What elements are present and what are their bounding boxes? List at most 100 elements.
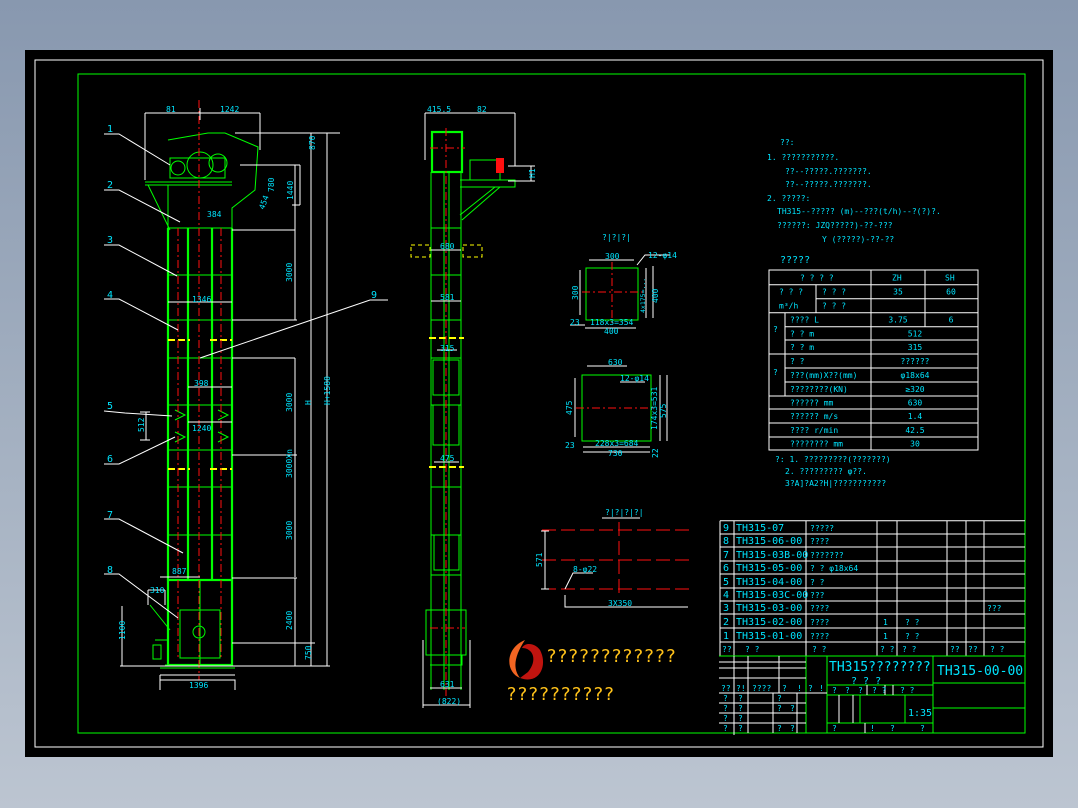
drawing-scale: 1:35: [908, 708, 932, 719]
part-qty: 1: [883, 618, 888, 627]
cad-drawing-viewport[interactable]: 81 1242 870 780 1440 454 384 3000 1346 3…: [25, 50, 1053, 757]
spec-row-label: ? ? ?: [822, 288, 846, 297]
logo-text-line2: ??????????: [506, 684, 614, 705]
part-leader-label: 8: [107, 565, 113, 576]
title-block: ?? ?! ???? ? ! ? ! ? ? ? ? ? ? ? ? ? ? ?…: [719, 655, 1025, 735]
part-code: TH315-03C-00: [736, 590, 808, 601]
part-number: 9: [723, 523, 729, 534]
part-number: 8: [723, 536, 729, 547]
part-code: TH315-07: [736, 523, 784, 534]
parts-list-row: 5 TH315-04-00 ? ?: [723, 577, 825, 588]
note-line: ??????: JZQ?????)-??-???: [777, 221, 893, 230]
parts-header-cell: ??: [968, 645, 978, 654]
part-leader-label: 1: [107, 124, 113, 135]
parts-list-row: 8 TH315-06-00????: [723, 536, 829, 547]
dim-label: 228x3=684: [595, 439, 639, 448]
note-line: ??--?????.???????.: [785, 180, 872, 189]
part-name: ????: [810, 604, 829, 613]
parts-list-row: 1 TH315-01-00???? 1 ? ?: [723, 631, 920, 642]
dim-label: (822): [437, 697, 461, 706]
part-leader-label: 6: [107, 454, 113, 465]
title-cell: !: [870, 724, 875, 733]
parts-list-header: ?? ? ? ? ? ? ? ? ????? ? ?: [722, 645, 1005, 654]
notes-heading: ??:: [780, 138, 794, 147]
dim-label: 12-φ14: [620, 374, 649, 383]
flame-logo-icon: [509, 640, 544, 680]
dim-label: 1242: [220, 105, 239, 114]
parts-list-row: 3 TH315-03-00???????: [723, 603, 1002, 614]
title-cell: ?: [738, 714, 743, 723]
drawing-subtitle: ? ? ?: [851, 676, 881, 687]
cad-drawing: 81 1242 870 780 1440 454 384 3000 1346 3…: [34, 59, 1044, 748]
dim-label: 454: [257, 194, 270, 211]
part-code: TH315-02-00: [736, 617, 802, 628]
drawing-title: TH315????????: [829, 660, 931, 675]
dim-label: 730: [608, 449, 623, 458]
spec-header: ZH: [892, 273, 902, 282]
part-leader-label: 3: [107, 235, 113, 246]
parts-list-row: 6 TH315-05-00 ? ? φ18x64: [723, 563, 858, 574]
note-line: ??--?????.???????.: [785, 167, 872, 176]
dim-label: 750: [304, 645, 313, 660]
dim-label: 475: [565, 400, 574, 415]
spec-row-value: ??????: [901, 357, 930, 366]
part-name: ????: [810, 618, 829, 627]
part-number: 7: [723, 550, 729, 561]
part-leader-label: 2: [107, 180, 113, 191]
part-name: ???????: [810, 551, 844, 560]
spec-group-label: ?: [773, 325, 778, 334]
dim-label: 384: [207, 210, 222, 219]
spec-footnote: 2. ????????? φ??.: [785, 467, 867, 476]
title-cell: ?: [790, 704, 795, 713]
parts-header-cell: ? ?: [812, 645, 827, 654]
spec-table: ? ? ? ? ZH SH ? ? ? m³/h?? ? ? ? 35 60 ? ? ?????…: [768, 269, 979, 488]
dim-label: 8-φ22: [573, 565, 597, 574]
dim-label: 3000: [285, 521, 294, 540]
dim-label: 630: [608, 358, 623, 367]
part-number: 2: [723, 617, 729, 628]
part-note: ???: [987, 604, 1002, 613]
parts-list-row: 9 TH315-07?????: [723, 523, 834, 534]
dim-label: 81: [166, 105, 176, 114]
dim-label: 1346: [192, 295, 211, 304]
part-code: TH315-03B-00: [736, 550, 808, 561]
part-leader-label: 7: [107, 510, 113, 521]
drawing-number: TH315-00-00: [937, 664, 1023, 679]
parts-header-cell: ? ?: [902, 645, 917, 654]
part-number: 6: [723, 563, 729, 574]
part-name: ????: [810, 537, 829, 546]
dim-label: 3X350: [608, 599, 632, 608]
spec-row-value: ≥320: [905, 385, 924, 394]
part-number: 3: [723, 603, 729, 614]
part-qty: 1: [883, 632, 888, 641]
title-cell: ?: [777, 694, 782, 703]
title-cell: ?: [832, 724, 837, 733]
parts-list-row: 4 TH315-03C-00???: [723, 590, 825, 601]
dim-label: 12-φ14: [648, 251, 677, 260]
spec-footnote: ?: 1. ?????????(???????): [775, 455, 891, 464]
dim-label: 887: [172, 567, 187, 576]
spec-row-label: ???(mm)X??(mm): [790, 371, 857, 380]
part-leader-label: 9: [371, 290, 377, 301]
spec-row-label: ?????? m/s: [790, 412, 838, 421]
part-leader-label: 4: [107, 290, 113, 301]
dim-label: 118x3=354: [590, 318, 634, 327]
section-view-1: ?|?|?| 300 12-φ14 300 400 4x175=... 23 1…: [570, 233, 677, 336]
spec-row-value-zh: 35: [893, 288, 903, 297]
section-title: ?|?|?|: [602, 233, 631, 242]
spec-header: ? ? ? ?: [800, 273, 834, 282]
foundation-plan-view: ?|?|?|?| 571 8-φ22 3X350: [535, 508, 689, 608]
parts-list: 9 TH315-07 ????? 8 TH315-06-00 ???? 7 TH315-03B…: [719, 520, 1025, 656]
title-cell: ?: [808, 684, 813, 693]
spec-row-label: ???? r/min: [790, 426, 838, 435]
dim-label: 415.5: [427, 105, 451, 114]
title-cell: ?: [738, 704, 743, 713]
title-cell: ?!: [736, 684, 746, 693]
title-cell: ?: [832, 686, 837, 695]
dim-label: 2400: [285, 611, 294, 630]
dim-label: 870: [308, 135, 317, 150]
dim-label: 82: [477, 105, 487, 114]
spec-footnote: 3?A]?A2?H|???????????: [785, 479, 886, 488]
part-number: 1: [723, 631, 729, 642]
dim-label: 475: [440, 454, 455, 463]
